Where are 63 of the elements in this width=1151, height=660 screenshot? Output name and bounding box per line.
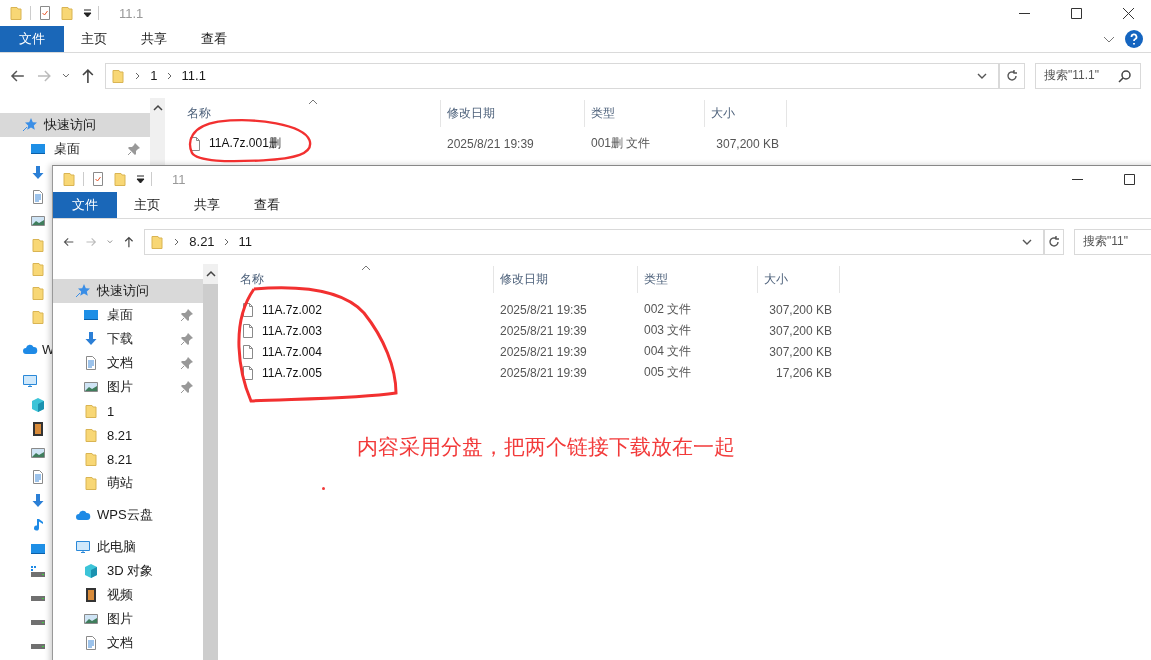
table-cell-text: 003 文件 <box>643 322 693 339</box>
sidebar-item[interactable]: 文档 <box>53 351 203 375</box>
ribbon-tab[interactable]: 共享 <box>124 26 184 52</box>
table-cell-text: 2025/8/21 19:39 <box>499 365 588 380</box>
address-field[interactable]: 1 11.1 <box>105 62 1000 89</box>
sidebar-item[interactable]: 桌面 <box>53 303 203 327</box>
table-cell-text: 001删 文件 <box>590 135 652 152</box>
table-cell-text: 307,200 KB <box>768 302 833 317</box>
column-header[interactable]: 名称 <box>165 100 441 127</box>
ribbon-tab[interactable]: 文件 <box>0 26 64 52</box>
table-cell-text: 2025/8/21 19:39 <box>499 323 588 338</box>
ribbon-tab[interactable]: 查看 <box>237 192 297 218</box>
sidebar-item[interactable]: 桌面 <box>0 137 150 161</box>
ribbon-tab[interactable]: 查看 <box>184 26 244 52</box>
sidebar-item[interactable]: 此电脑 <box>53 535 203 559</box>
sidebar-item[interactable]: 8.21 <box>53 423 203 447</box>
column-header[interactable]: 修改日期 <box>441 100 585 127</box>
search-field[interactable]: 搜索"11" <box>1074 228 1151 255</box>
file-name[interactable]: 11A.7z.003 <box>262 323 322 338</box>
file-name[interactable]: 11A.7z.005 <box>262 365 322 380</box>
annotation-note: 内容采用分盘，把两个链接下载放在一起 <box>357 434 735 460</box>
address-field[interactable]: 8.21 11 <box>144 228 1045 255</box>
sidebar-item[interactable]: 3D 对象 <box>53 559 203 583</box>
table-cell-text: 307,200 KB <box>768 344 833 359</box>
window-title: 11 <box>172 171 186 187</box>
column-header[interactable]: 修改日期 <box>494 266 638 293</box>
sidebar-item[interactable]: 萌站 <box>53 471 203 495</box>
window-title: 11.1 <box>119 5 144 21</box>
sidebar-item[interactable]: 图片 <box>53 375 203 399</box>
column-header[interactable]: 类型 <box>638 266 758 293</box>
sidebar-item[interactable]: 快速访问 <box>53 279 203 303</box>
sidebar-item[interactable]: 图片 <box>53 607 203 631</box>
breadcrumb[interactable]: 8.21 <box>189 234 215 249</box>
table-cell-text: 307,200 KB <box>715 136 780 151</box>
file-name[interactable]: 11A.7z.004 <box>262 344 322 359</box>
breadcrumb[interactable]: 11.1 <box>181 68 206 83</box>
ribbon-tab[interactable]: 共享 <box>177 192 237 218</box>
file-name[interactable]: 11A.7z.002 <box>262 302 322 317</box>
sidebar-item[interactable]: 8.21 <box>53 447 203 471</box>
table-cell-text: 307,200 KB <box>768 323 833 338</box>
column-header[interactable]: 名称 <box>218 266 494 293</box>
table-cell-text: 2025/8/21 19:39 <box>499 344 588 359</box>
table-cell-text: 004 文件 <box>643 343 693 360</box>
sidebar-item[interactable]: 快速访问 <box>0 113 150 137</box>
table-cell-text: 17,206 KB <box>774 365 833 380</box>
breadcrumb[interactable]: 1 <box>150 68 158 83</box>
sidebar-item[interactable]: 文档 <box>53 631 203 655</box>
breadcrumb[interactable]: 11 <box>238 234 253 249</box>
table-cell-text: 2025/8/21 19:39 <box>446 136 535 151</box>
ribbon-tab[interactable]: 主页 <box>64 26 124 52</box>
column-header[interactable]: 大小 <box>705 100 787 127</box>
table-cell-text: 002 文件 <box>643 301 693 318</box>
ribbon-tab[interactable]: 主页 <box>117 192 177 218</box>
table-cell-text: 2025/8/21 19:35 <box>499 302 588 317</box>
ribbon-tab[interactable]: 文件 <box>53 192 117 218</box>
column-header[interactable]: 大小 <box>758 266 840 293</box>
sidebar-item[interactable]: WPS云盘 <box>53 503 203 527</box>
sidebar-item[interactable]: 视频 <box>53 583 203 607</box>
column-header[interactable]: 类型 <box>585 100 705 127</box>
sidebar-item[interactable]: 1 <box>53 399 203 423</box>
sidebar-item[interactable]: 下载 <box>53 327 203 351</box>
table-cell-text: 005 文件 <box>643 364 693 381</box>
search-field[interactable]: 搜索"11.1" <box>1035 62 1141 89</box>
